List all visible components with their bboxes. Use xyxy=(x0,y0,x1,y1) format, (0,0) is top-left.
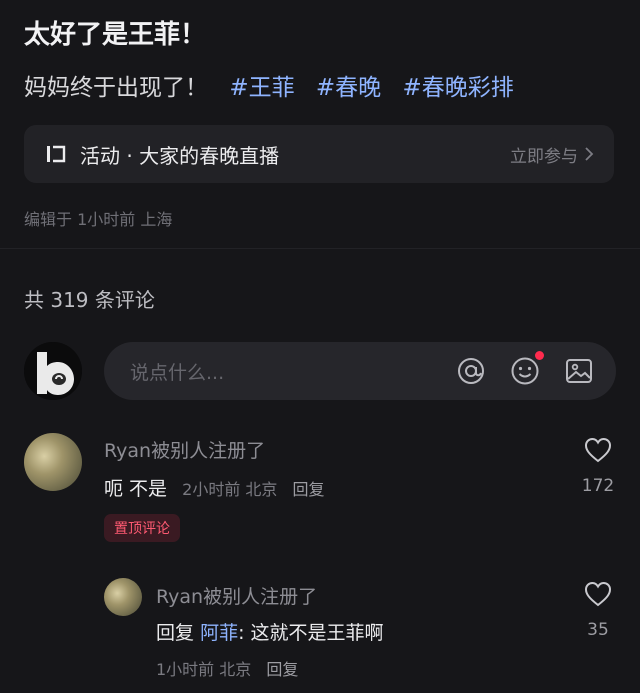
chevron-right-icon xyxy=(585,147,594,161)
reply-meta: 1小时前 北京 回复 xyxy=(156,656,298,680)
reply-like-button[interactable] xyxy=(578,580,618,612)
tag-chunwan[interactable]: #春晚 xyxy=(316,75,381,101)
post-text: 妈妈终于出现了！ xyxy=(24,75,208,101)
reply-prefix: 回复 xyxy=(156,622,195,644)
tag-chunwan-caipai[interactable]: #春晚彩排 xyxy=(403,75,514,101)
reply-like-count: 35 xyxy=(587,620,609,640)
comment-text: 呃 不是 xyxy=(104,478,168,500)
activity-label: 活动 · 大家的春晚直播 xyxy=(80,143,280,168)
commenter-avatar[interactable] xyxy=(24,433,82,491)
activity-icon xyxy=(47,145,66,163)
comment-input-placeholder: 说点什么... xyxy=(130,361,225,384)
reply-reply-button[interactable]: 回复 xyxy=(266,660,298,679)
reply-time: 1小时前 xyxy=(156,660,215,679)
tag-wangfei[interactable]: #王菲 xyxy=(229,75,294,101)
post-title: 太好了是王菲！ xyxy=(24,20,207,50)
commenter-name[interactable]: Ryan被别人注册了 xyxy=(104,436,265,463)
pinned-badge: 置顶评论 xyxy=(104,514,180,542)
heart-icon xyxy=(584,437,612,463)
reply-to-user[interactable]: 阿菲 xyxy=(200,622,238,644)
comment-body: 呃 不是 2小时前 北京 回复 xyxy=(104,474,325,501)
post-body: 妈妈终于出现了！ #王菲 #春晚 #春晚彩排 xyxy=(24,68,514,102)
reply-text: : 这就不是王菲啊 xyxy=(238,622,384,644)
notification-dot xyxy=(535,351,544,360)
join-button[interactable]: 立即参与 xyxy=(510,142,594,167)
divider xyxy=(0,248,640,249)
heart-icon xyxy=(584,581,612,607)
reply-body: 回复 阿菲: 这就不是王菲啊 xyxy=(156,618,384,645)
avatar[interactable] xyxy=(24,342,82,400)
reply-avatar[interactable] xyxy=(104,578,142,616)
comment-location: 北京 xyxy=(245,480,278,499)
like-button[interactable] xyxy=(578,436,618,468)
like-count: 172 xyxy=(581,476,615,496)
comment-time: 2小时前 xyxy=(182,480,241,499)
activity-banner[interactable]: 活动 · 大家的春晚直播 立即参与 xyxy=(24,125,614,183)
reply-location: 北京 xyxy=(219,660,252,679)
image-icon[interactable] xyxy=(564,356,594,386)
comment-count: 共 319 条评论 xyxy=(24,288,155,312)
reply-button[interactable]: 回复 xyxy=(293,480,325,499)
join-label: 立即参与 xyxy=(510,146,578,167)
comment-input[interactable]: 说点什么... xyxy=(104,342,616,400)
at-icon[interactable] xyxy=(456,356,486,386)
reply-user-name[interactable]: Ryan被别人注册了 xyxy=(156,582,317,609)
avatar-logo xyxy=(24,342,82,400)
post-meta: 编辑于 1小时前 上海 xyxy=(24,210,173,229)
emoji-icon[interactable] xyxy=(510,351,544,386)
